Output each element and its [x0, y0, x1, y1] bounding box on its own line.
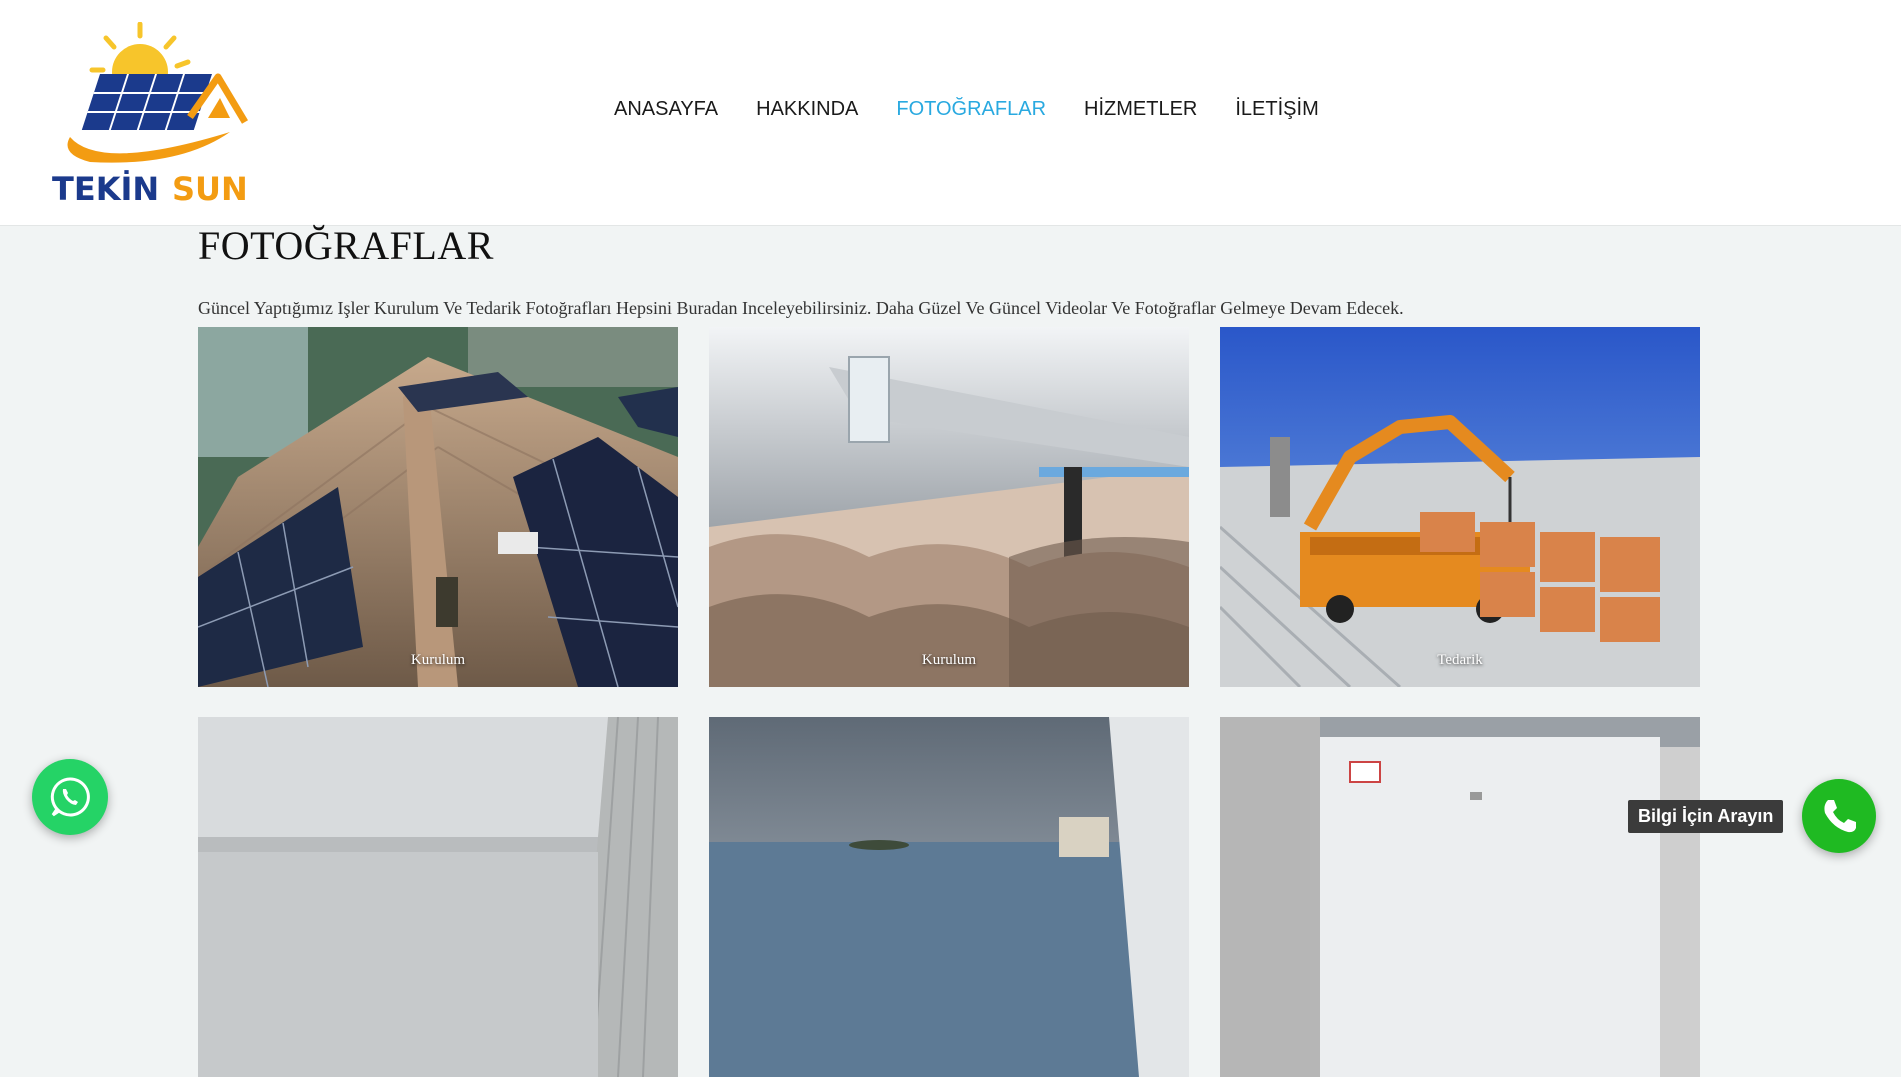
- nav-item-anasayfa[interactable]: ANASAYFA: [614, 98, 718, 121]
- gallery-item[interactable]: [198, 717, 678, 1077]
- site-logo[interactable]: TEKİN SUN: [40, 22, 260, 208]
- whatsapp-icon: [50, 777, 90, 817]
- photo-roof-solar-panels: [198, 327, 678, 687]
- gallery-item[interactable]: Kurulum: [709, 327, 1189, 687]
- nav-item-iletisim[interactable]: İLETİŞİM: [1235, 98, 1318, 121]
- svg-text:SUN: SUN: [172, 170, 248, 208]
- site-header: TEKİN SUN ANASAYFA HAKKINDA FOTOĞRAFLAR …: [0, 0, 1901, 226]
- gallery-caption: Tedarik: [1437, 652, 1483, 668]
- photo-sea-view-roof: [709, 717, 1189, 1077]
- gallery-item[interactable]: [709, 717, 1189, 1077]
- gallery-item[interactable]: [1220, 717, 1700, 1077]
- page-intro: Güncel Yaptığımız Işler Kurulum Ve Tedar…: [198, 298, 1404, 318]
- nav-item-fotograflar[interactable]: FOTOĞRAFLAR: [896, 98, 1046, 121]
- gallery-caption: Kurulum: [921, 652, 977, 668]
- main-nav: ANASAYFA HAKKINDA FOTOĞRAFLAR HİZMETLER …: [614, 98, 1319, 121]
- gallery-caption: Kurulum: [410, 652, 466, 668]
- page-title: FOTOĞRAFLAR: [198, 223, 494, 268]
- gallery-item[interactable]: Tedarik: [1220, 327, 1700, 687]
- gallery-item[interactable]: Kurulum: [198, 327, 678, 687]
- solar-panel-icon: [81, 74, 212, 130]
- call-label[interactable]: Bilgi İçin Arayın: [1628, 800, 1784, 833]
- photo-hazy-rooftop: [198, 717, 678, 1077]
- whatsapp-button[interactable]: [32, 759, 108, 835]
- nav-item-hakkinda[interactable]: HAKKINDA: [756, 98, 858, 121]
- svg-text:TEKİN: TEKİN: [52, 170, 159, 208]
- nav-item-hizmetler[interactable]: HİZMETLER: [1084, 98, 1197, 121]
- photo-crane-truck-delivery: [1220, 327, 1700, 687]
- call-button[interactable]: [1802, 779, 1876, 853]
- photo-mounting-rail-closeup: [709, 327, 1189, 687]
- phone-icon: [1824, 800, 1856, 833]
- photo-inverter-box: [1220, 717, 1700, 1077]
- photo-gallery: Kurulum Kurulum Tedarik: [198, 327, 1700, 1077]
